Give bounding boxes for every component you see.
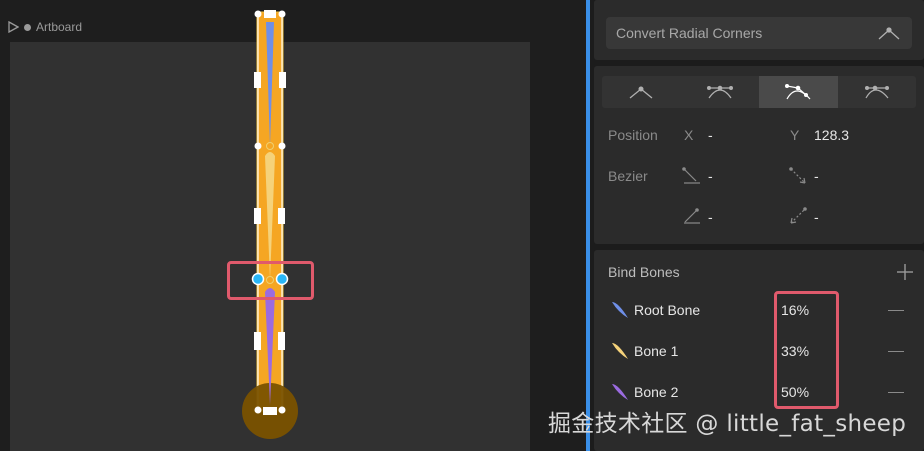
highlight-box-weights bbox=[774, 291, 839, 409]
inspector-panel: Convert Radial Corners Position X - Y 12… bbox=[590, 0, 924, 451]
corner-icon bbox=[878, 27, 900, 40]
bind-bones-title: Bind Bones bbox=[608, 264, 680, 280]
bezier-out-y-value[interactable]: - bbox=[814, 209, 819, 225]
remove-bone-button[interactable] bbox=[888, 392, 904, 393]
mode-mirrored[interactable] bbox=[681, 76, 760, 108]
bezier-out-angle-icon bbox=[684, 208, 700, 224]
mode-detached[interactable] bbox=[759, 76, 838, 108]
remove-bone-button[interactable] bbox=[888, 351, 904, 352]
position-x-label: X bbox=[684, 127, 694, 143]
convert-radial-corners-button[interactable]: Convert Radial Corners bbox=[606, 17, 912, 49]
bezier-in-length-icon bbox=[789, 167, 806, 184]
highlight-box-vertices bbox=[227, 261, 314, 300]
bone-icon bbox=[612, 302, 628, 318]
asymmetric-vertex-icon bbox=[864, 85, 889, 99]
bone-name: Root Bone bbox=[634, 302, 701, 318]
bezier-label: Bezier bbox=[608, 168, 648, 184]
bone-icon bbox=[612, 384, 628, 400]
bezier-out-length-icon bbox=[790, 207, 807, 224]
bezier-in-angle-icon bbox=[682, 167, 700, 184]
mirrored-vertex-icon bbox=[706, 85, 733, 99]
position-x-value[interactable]: - bbox=[708, 127, 713, 143]
vertex-mode-selector bbox=[602, 76, 916, 108]
remove-bone-button[interactable] bbox=[888, 310, 904, 311]
bezier-in-y-value[interactable]: - bbox=[814, 168, 819, 184]
canvas-viewport[interactable]: Artboard bbox=[0, 0, 586, 451]
position-label: Position bbox=[608, 127, 658, 143]
bezier-out-x-value[interactable]: - bbox=[708, 209, 713, 225]
bone-name: Bone 1 bbox=[634, 343, 679, 359]
convert-section: Convert Radial Corners bbox=[594, 0, 924, 60]
mode-straight[interactable] bbox=[602, 76, 681, 108]
bezier-in-x-value[interactable]: - bbox=[708, 168, 713, 184]
watermark: 掘金技术社区 @ little_fat_sheep bbox=[548, 411, 907, 437]
add-bone-icon[interactable] bbox=[896, 263, 914, 281]
vertex-section: Position X - Y 128.3 Bezier - - - - bbox=[594, 66, 924, 244]
bone-icon bbox=[612, 343, 628, 359]
convert-label: Convert Radial Corners bbox=[616, 25, 763, 41]
position-y-label: Y bbox=[790, 127, 800, 143]
position-y-value[interactable]: 128.3 bbox=[814, 127, 849, 143]
detached-vertex-icon bbox=[785, 84, 811, 100]
mode-asymmetric[interactable] bbox=[838, 76, 917, 108]
shape-graphic[interactable] bbox=[0, 0, 586, 451]
bone-name: Bone 2 bbox=[634, 384, 679, 400]
straight-vertex-icon bbox=[629, 86, 653, 99]
